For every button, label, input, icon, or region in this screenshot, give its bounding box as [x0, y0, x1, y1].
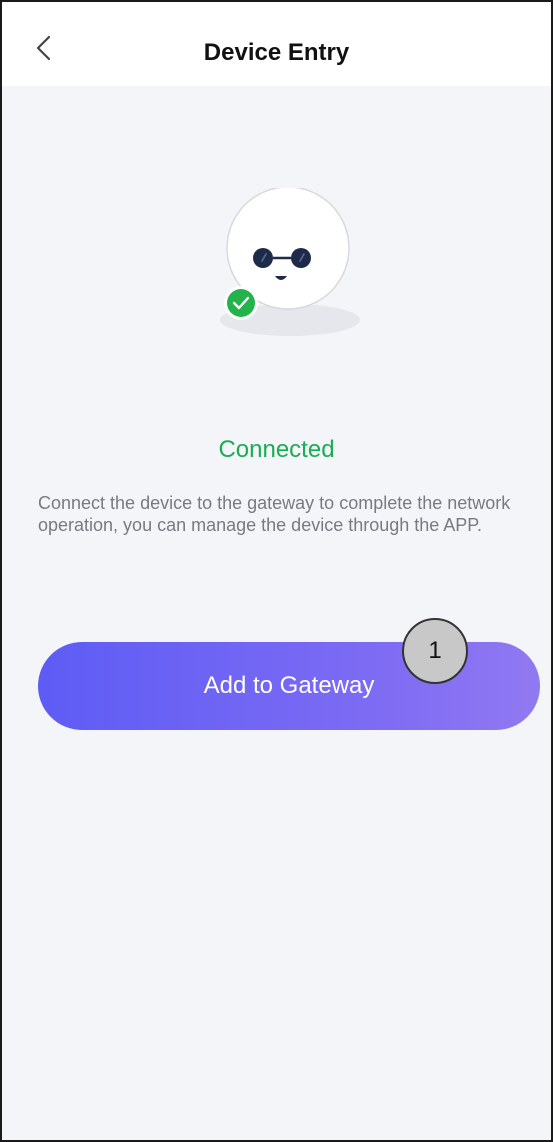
description-text: Connect the device to the gateway to com… [38, 493, 511, 535]
device-illustration [212, 186, 372, 348]
check-circle-icon [224, 286, 258, 320]
robot-face-icon [220, 186, 360, 336]
step-marker-number: 1 [428, 637, 442, 664]
top-bar: Device Entry [2, 2, 551, 86]
page-title: Device Entry [203, 39, 350, 66]
step-marker: 1 [402, 618, 468, 684]
connection-status: Connected [218, 436, 335, 463]
add-to-gateway-label: Add to Gateway [203, 672, 375, 699]
app-screen: Device Entry Connected Connect the devic… [0, 0, 553, 1142]
